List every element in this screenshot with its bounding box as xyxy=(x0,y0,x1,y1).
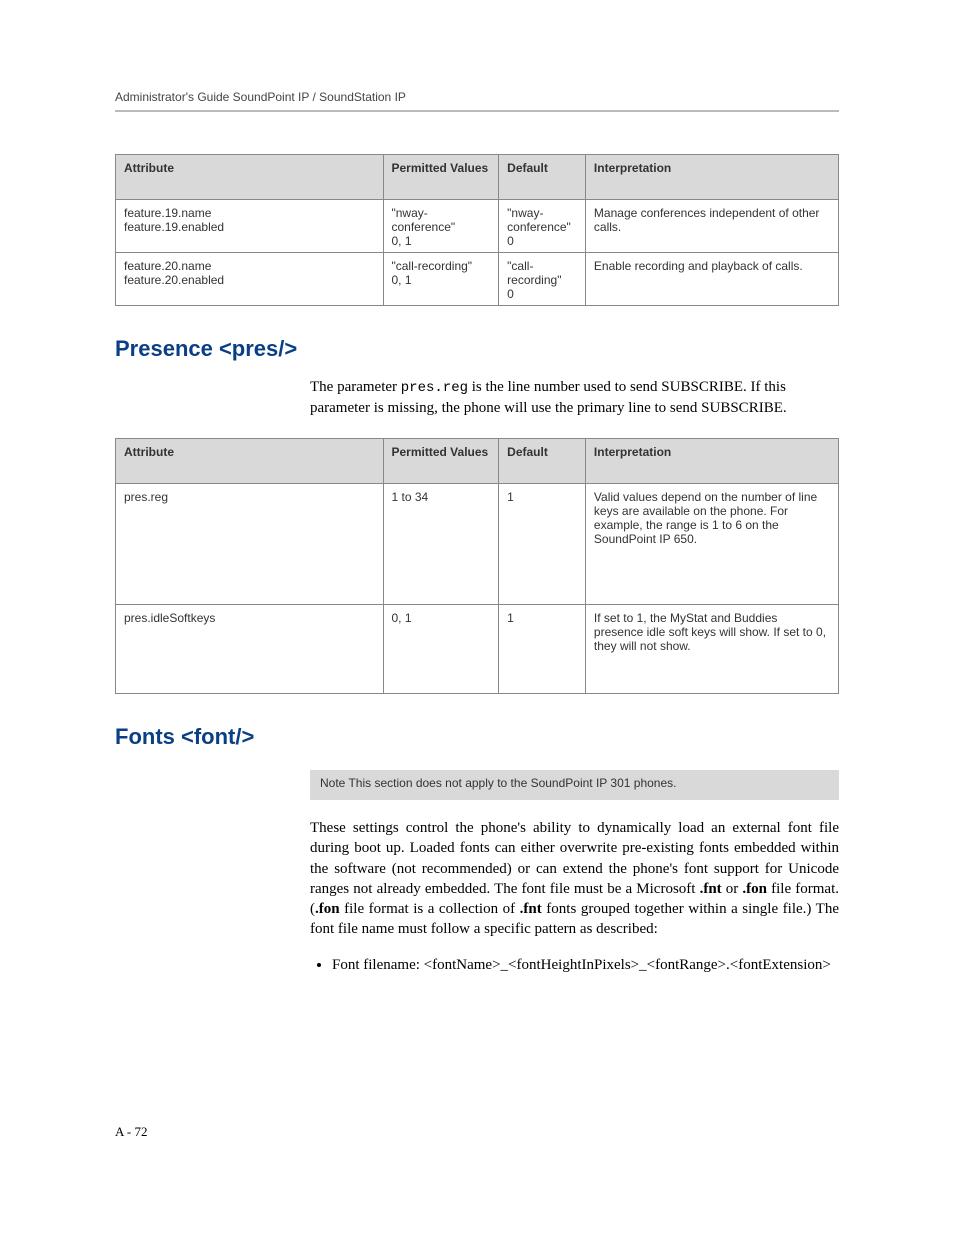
text: file format is a collection of xyxy=(340,901,520,917)
section-fonts-heading: Fonts <font/> xyxy=(115,724,839,750)
cell: 0, 1 xyxy=(383,605,499,694)
font-list: Font filename: <fontName>_<fontHeightInP… xyxy=(310,955,839,976)
th-int: Interpretation xyxy=(585,439,838,484)
th-int: Interpretation xyxy=(585,155,838,200)
cell: "call-recording" 0 xyxy=(499,253,586,306)
th-def: Default xyxy=(499,439,586,484)
section-presence-heading: Presence <pres/> xyxy=(115,336,839,362)
fonts-paragraph: These settings control the phone's abili… xyxy=(310,818,839,940)
cell: pres.idleSoftkeys xyxy=(116,605,384,694)
text: The parameter xyxy=(310,379,401,395)
bold: .fnt xyxy=(700,881,722,897)
page-header: Administrator's Guide SoundPoint IP / So… xyxy=(115,90,839,112)
cell: "nway-conference" 0 xyxy=(499,200,586,253)
cell: feature.20.name feature.20.enabled xyxy=(116,253,384,306)
th-attr: Attribute xyxy=(116,439,384,484)
feature-table: Attribute Permitted Values Default Inter… xyxy=(115,154,839,306)
text: or xyxy=(722,881,743,897)
list-item: Font filename: <fontName>_<fontHeightInP… xyxy=(332,955,839,976)
cell: 1 to 34 xyxy=(383,484,499,605)
bold: .fnt xyxy=(520,901,542,917)
cell: 1 xyxy=(499,605,586,694)
th-perm: Permitted Values xyxy=(383,439,499,484)
cell: "call-recording" 0, 1 xyxy=(383,253,499,306)
cell: "nway-conference" 0, 1 xyxy=(383,200,499,253)
table-row: pres.idleSoftkeys 0, 1 1 If set to 1, th… xyxy=(116,605,839,694)
cell: feature.19.name feature.19.enabled xyxy=(116,200,384,253)
table-row: feature.19.name feature.19.enabled "nway… xyxy=(116,200,839,253)
code-text: pres.reg xyxy=(401,380,468,396)
cell: Enable recording and playback of calls. xyxy=(585,253,838,306)
presence-table: Attribute Permitted Values Default Inter… xyxy=(115,438,839,694)
presence-paragraph: The parameter pres.reg is the line numbe… xyxy=(310,377,839,418)
cell: Manage conferences independent of other … xyxy=(585,200,838,253)
cell: pres.reg xyxy=(116,484,384,605)
table-row: pres.reg 1 to 34 1 Valid values depend o… xyxy=(116,484,839,605)
table-row: feature.20.name feature.20.enabled "call… xyxy=(116,253,839,306)
cell: If set to 1, the MyStat and Buddies pres… xyxy=(585,605,838,694)
th-perm: Permitted Values xyxy=(383,155,499,200)
th-def: Default xyxy=(499,155,586,200)
page-number: A - 72 xyxy=(115,1124,148,1140)
note-box: Note This section does not apply to the … xyxy=(310,770,839,800)
bold: .fon xyxy=(315,901,340,917)
cell: Valid values depend on the number of lin… xyxy=(585,484,838,605)
cell: 1 xyxy=(499,484,586,605)
th-attr: Attribute xyxy=(116,155,384,200)
bold: .fon xyxy=(742,881,767,897)
